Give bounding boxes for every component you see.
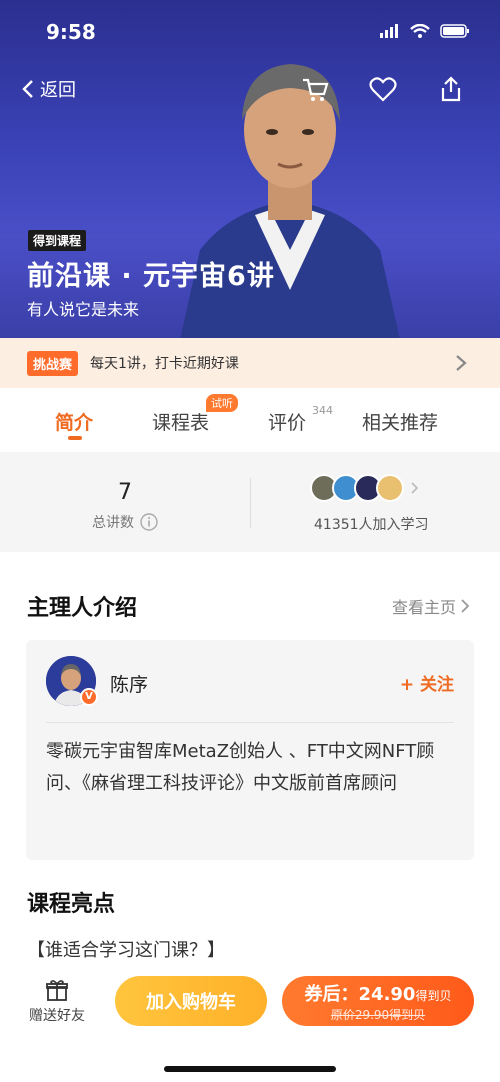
- lessons-label-row: 总讲数: [92, 512, 158, 532]
- course-stats: 7 总讲数 41351人加入学习: [0, 452, 500, 552]
- learners-count: 41351人加入学习: [314, 517, 429, 533]
- signal-icon: [380, 24, 398, 38]
- trial-badge: 试听: [206, 394, 238, 412]
- tab-bar: 简介 课程表 试听 评价 344 相关推荐: [0, 388, 500, 452]
- tab-intro[interactable]: 简介: [55, 408, 93, 435]
- host-name: 陈序: [110, 674, 149, 696]
- course-title: 前沿课 · 元宇宙6讲: [27, 261, 275, 292]
- course-badge: 得到课程: [28, 230, 87, 251]
- lessons-label: 总讲数: [92, 515, 134, 531]
- chevron-right-icon: [456, 355, 467, 371]
- challenge-tag: 挑战赛: [27, 350, 79, 376]
- host-divider: [46, 722, 454, 723]
- host-description: 零碳元宇宙智库MetaZ创始人 、FT中文网NFT顾问、《麻省理工科技评论》中文…: [46, 741, 435, 794]
- follow-label: 关注: [420, 675, 454, 695]
- add-to-cart-button[interactable]: 加入购物车: [115, 976, 267, 1026]
- host-card: V 陈序 + 关注 零碳元宇宙智库MetaZ创始人 、FT中文网NFT顾问、《麻…: [26, 640, 474, 860]
- home-indicator: [164, 1066, 336, 1072]
- heart-icon[interactable]: [368, 74, 398, 104]
- tab-reviews[interactable]: 评价: [268, 408, 306, 435]
- learner-avatar: [376, 474, 404, 502]
- back-label: 返回: [40, 80, 76, 101]
- chevron-right-icon: [411, 482, 419, 494]
- plus-icon: +: [399, 675, 415, 695]
- course-hero: 9:58 返回 得到课程 前沿课 · 元宇宙6讲 有人说它是未来: [0, 0, 500, 338]
- learner-avatars[interactable]: [310, 474, 420, 502]
- tab-syllabus[interactable]: 课程表: [152, 408, 209, 435]
- status-bar: 9:58: [0, 18, 500, 48]
- challenge-banner[interactable]: 挑战赛 每天1讲，打卡近期好课: [0, 338, 500, 388]
- tab-active-indicator: [68, 436, 82, 440]
- verified-badge-icon: V: [80, 688, 98, 706]
- gift-button[interactable]: 赠送好友: [22, 978, 92, 1025]
- status-time: 9:58: [46, 20, 96, 44]
- course-subtitle: 有人说它是未来: [27, 300, 140, 319]
- lessons-count: 7: [118, 480, 132, 505]
- follow-button[interactable]: + 关注: [400, 670, 454, 695]
- tab-related[interactable]: 相关推荐: [362, 408, 438, 435]
- wifi-icon: [410, 24, 430, 38]
- buy-button[interactable]: 券后：24.90得到贝 原价29.90得到贝: [282, 976, 474, 1026]
- original-price: 原价29.90得到贝: [330, 1008, 426, 1022]
- price-prefix: 券后：: [304, 984, 359, 1005]
- highlights-title: 课程亮点: [27, 892, 116, 917]
- share-icon[interactable]: [436, 74, 466, 104]
- back-button[interactable]: 返回: [22, 76, 76, 102]
- battery-icon: [440, 24, 469, 38]
- chevron-left-icon: [22, 80, 33, 98]
- view-home-label: 查看主页: [391, 598, 456, 617]
- highlights-question: 【谁适合学习这门课？】: [27, 940, 225, 961]
- bottom-action-bar: 赠送好友 加入购物车 券后：24.90得到贝 原价29.90得到贝: [0, 964, 500, 1082]
- info-icon[interactable]: [140, 513, 158, 531]
- reviews-count: 344: [312, 404, 333, 417]
- price-value: 24.90: [358, 984, 416, 1005]
- host-section-title: 主理人介绍: [27, 596, 138, 621]
- gift-icon: [46, 980, 68, 1001]
- cart-icon[interactable]: [300, 74, 330, 104]
- gift-label: 赠送好友: [29, 1008, 85, 1024]
- top-nav: 返回: [0, 72, 500, 108]
- challenge-text: 每天1讲，打卡近期好课: [90, 356, 239, 372]
- view-home-link[interactable]: 查看主页: [392, 594, 470, 618]
- chevron-right-icon: [461, 599, 470, 613]
- stats-divider: [250, 478, 251, 528]
- price-unit: 得到贝: [415, 989, 452, 1003]
